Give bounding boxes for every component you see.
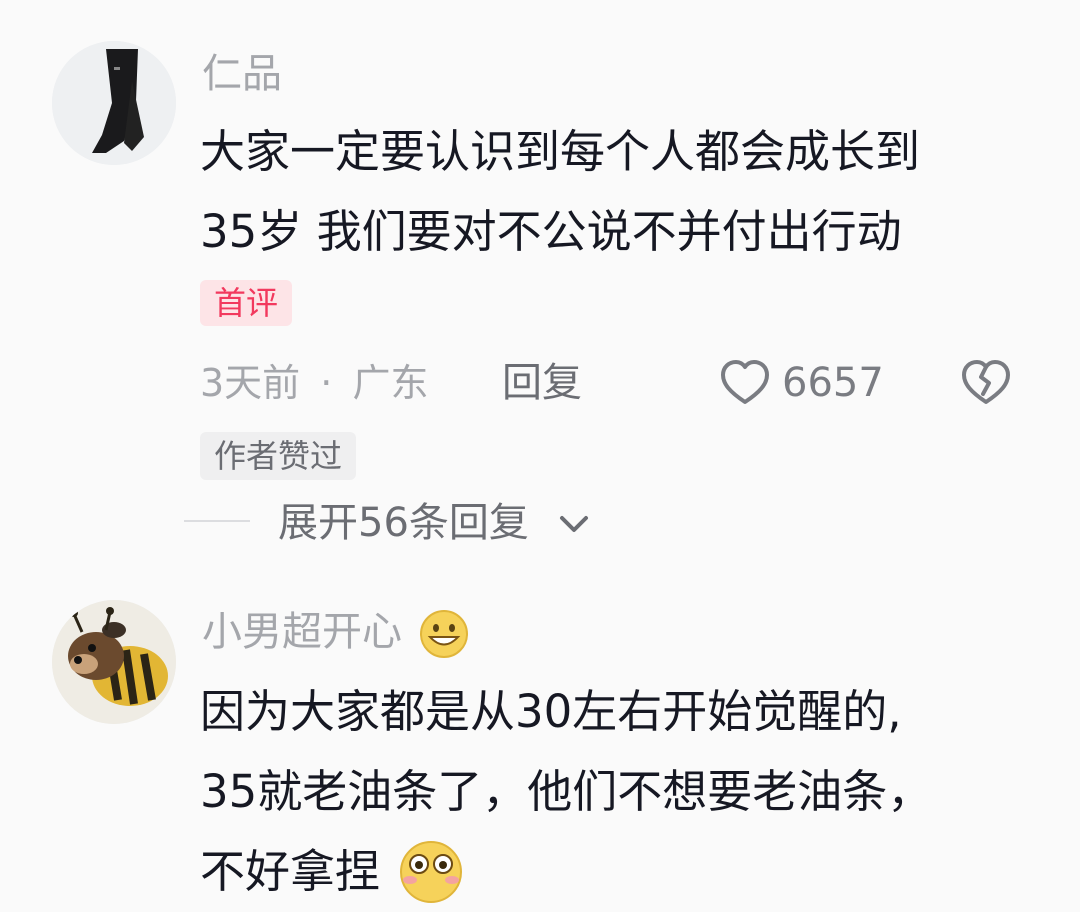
comment-text-row: 不好拿捏 bbox=[200, 832, 462, 912]
avatar[interactable] bbox=[52, 41, 176, 165]
comment-text-line: 35岁 我们要对不公说不并付出行动 bbox=[200, 205, 902, 258]
comment-meta: 3天前 · 广东 bbox=[200, 358, 428, 408]
first-comment-badge: 首评 bbox=[200, 280, 293, 326]
replies-divider bbox=[184, 520, 250, 522]
flushed-face-icon bbox=[396, 834, 466, 904]
like-count: 6657 bbox=[782, 360, 884, 406]
comment-location: 广东 bbox=[352, 361, 429, 405]
comment-username-row[interactable]: 小男超开心 bbox=[202, 608, 468, 660]
comment-text-line: 不好拿捏 bbox=[200, 845, 381, 898]
comment-text-line: 因为大家都是从30左右开始觉醒的, bbox=[200, 685, 902, 738]
heart-outline-icon bbox=[718, 356, 772, 410]
comment-text-line: 大家一定要认识到每个人都会成长到 bbox=[200, 125, 921, 178]
grinning-face-icon bbox=[418, 608, 470, 660]
broken-heart-icon[interactable] bbox=[958, 356, 1014, 410]
meta-separator: · bbox=[320, 361, 333, 405]
avatar[interactable] bbox=[52, 600, 176, 724]
chevron-down-icon bbox=[558, 510, 590, 538]
reply-button[interactable]: 回复 bbox=[502, 358, 582, 408]
author-liked-badge: 作者赞过 bbox=[200, 432, 357, 480]
expand-replies-button[interactable]: 展开56条回复 bbox=[278, 498, 588, 550]
comment-text-line: 35就老油条了，他们不想要老油条， bbox=[200, 765, 933, 818]
comment-time: 3天前 bbox=[200, 361, 301, 405]
comment-username: 小男超开心 bbox=[202, 609, 402, 655]
comment-username[interactable]: 仁品 bbox=[202, 50, 282, 98]
expand-replies-label: 展开56条回复 bbox=[278, 500, 529, 546]
